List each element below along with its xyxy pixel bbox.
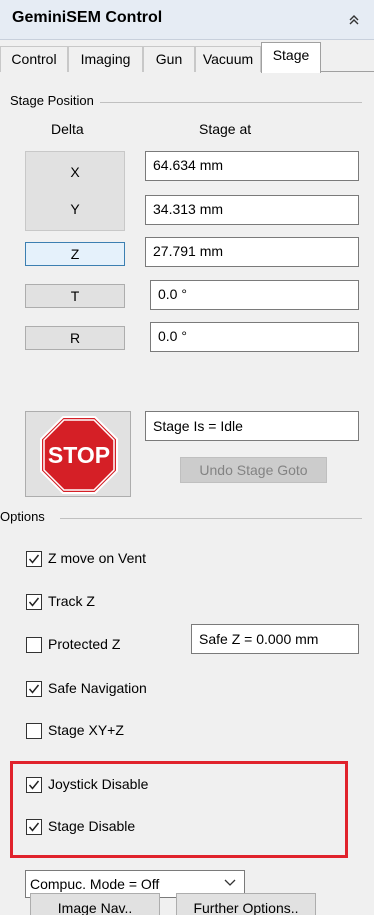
stop-sign-icon: STOP [40, 416, 118, 494]
checkmark-icon [28, 684, 40, 694]
joystick-disable-label: Joystick Disable [48, 776, 149, 792]
checkmark-icon [28, 780, 40, 790]
further-options-button[interactable]: Further Options.. [176, 893, 316, 915]
tab-gun[interactable]: Gun [143, 46, 195, 72]
t-delta-button[interactable]: T [25, 284, 125, 308]
y-position-field[interactable]: 34.313 mm [145, 195, 359, 225]
track-z-checkbox[interactable] [26, 594, 42, 610]
safe-navigation-checkbox[interactable] [26, 681, 42, 697]
stage-disable-checkbox[interactable] [26, 819, 42, 835]
safe-z-field[interactable]: Safe Z = 0.000 mm [191, 624, 359, 654]
tab-control[interactable]: Control [0, 46, 68, 72]
protected-z-checkbox[interactable] [26, 637, 42, 653]
image-nav-button[interactable]: Image Nav.. [30, 893, 160, 915]
z-move-on-vent-label: Z move on Vent [48, 550, 147, 566]
undo-stage-goto-button[interactable]: Undo Stage Goto [180, 457, 327, 483]
stage-at-column-header: Stage at [199, 121, 252, 137]
tab-stage[interactable]: Stage [261, 42, 321, 73]
chevron-down-icon [224, 879, 236, 886]
options-group-label: Options [0, 509, 51, 524]
xy-delta-button[interactable]: X Y [25, 151, 125, 231]
protected-z-label: Protected Z [48, 636, 121, 652]
delta-column-header: Delta [51, 121, 84, 137]
stop-sign-text: STOP [48, 442, 110, 468]
stage-xyz-checkbox[interactable] [26, 723, 42, 739]
r-position-field[interactable]: 0.0 ° [150, 322, 359, 352]
stop-button[interactable]: STOP [25, 411, 131, 497]
title-bar: GeminiSEM Control [0, 0, 374, 40]
z-position-field[interactable]: 27.791 mm [145, 237, 359, 267]
options-divider [60, 518, 362, 519]
checkmark-icon [28, 597, 40, 607]
tab-bar: Control Imaging Gun Vacuum Stage [0, 42, 374, 73]
x-position-field[interactable]: 64.634 mm [145, 151, 359, 181]
stage-disable-label: Stage Disable [48, 818, 136, 834]
checkmark-icon [28, 822, 40, 832]
stage-tab-content: Stage Position Delta Stage at X Y 64.634… [0, 72, 374, 915]
tab-vacuum[interactable]: Vacuum [195, 46, 261, 72]
safe-navigation-label: Safe Navigation [48, 680, 147, 696]
z-move-on-vent-checkbox[interactable] [26, 551, 42, 567]
t-position-field[interactable]: 0.0 ° [150, 280, 359, 310]
stage-position-group-label: Stage Position [10, 93, 100, 108]
joystick-disable-checkbox[interactable] [26, 777, 42, 793]
x-axis-label: X [70, 164, 80, 180]
track-z-label: Track Z [48, 593, 95, 609]
r-delta-button[interactable]: R [25, 326, 125, 350]
stage-control-panel: GeminiSEM Control Control Imaging Gun Va… [0, 0, 374, 915]
tab-imaging[interactable]: Imaging [68, 46, 143, 72]
window-title: GeminiSEM Control [12, 9, 163, 26]
double-chevron-up-icon[interactable] [346, 12, 362, 28]
z-delta-button[interactable]: Z [25, 242, 125, 266]
compuc-mode-value: Compuc. Mode = Off [30, 876, 160, 892]
stage-xyz-label: Stage XY+Z [48, 722, 124, 738]
y-axis-label: Y [70, 201, 80, 217]
stage-status-field: Stage Is = Idle [145, 411, 359, 441]
checkmark-icon [28, 554, 40, 564]
